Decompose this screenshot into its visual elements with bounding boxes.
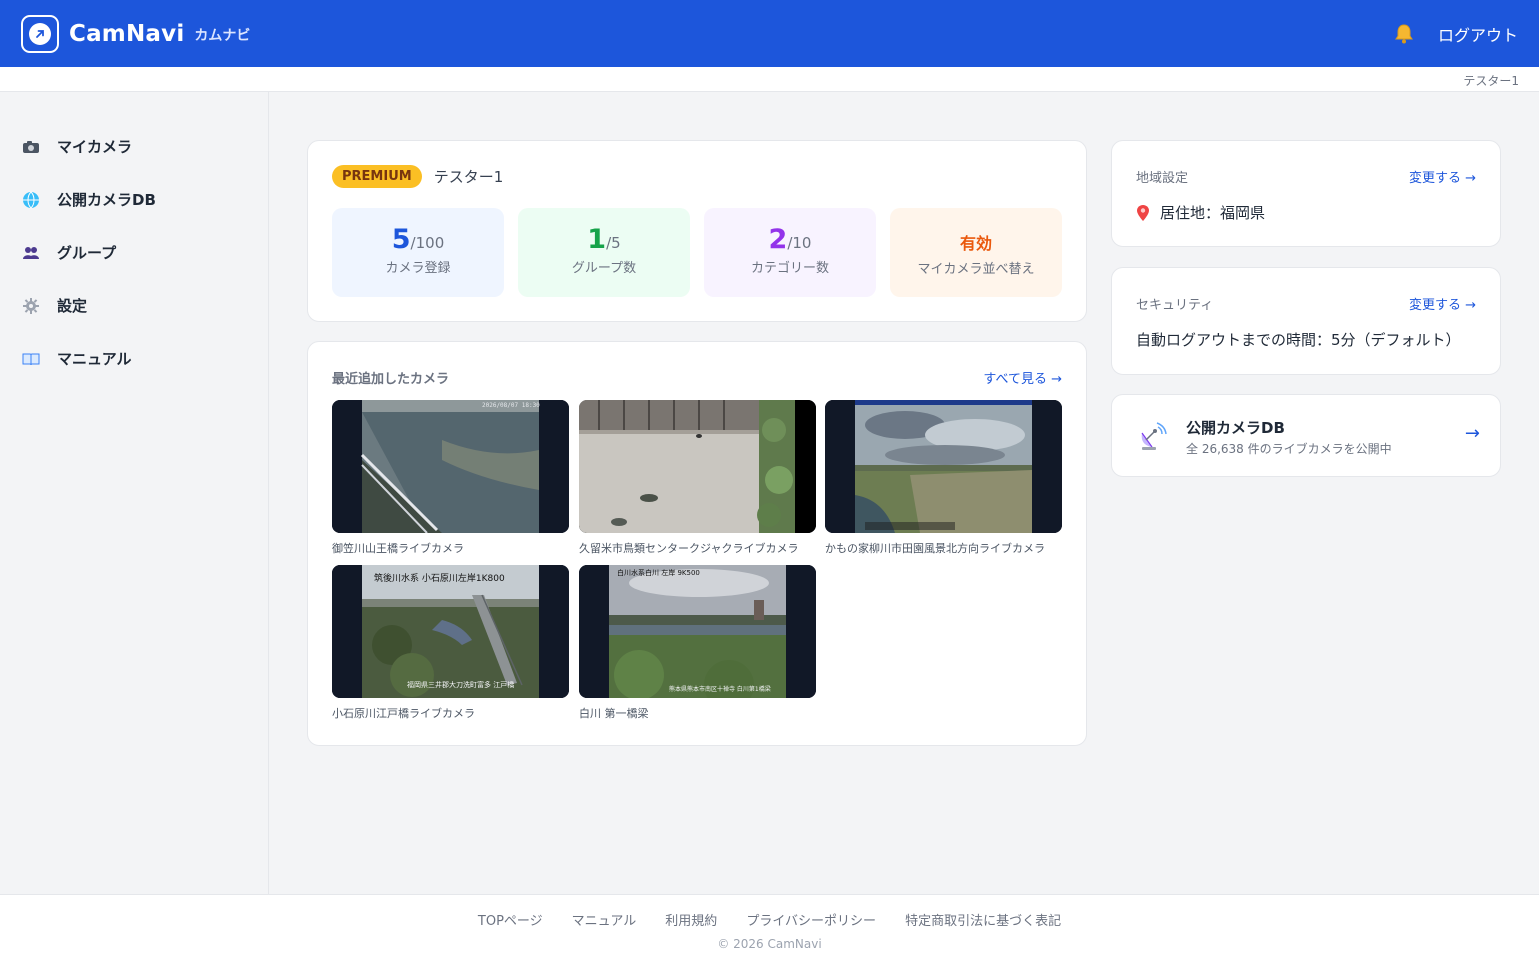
camera-location-label: 福岡県三井郡大刀洗町富多 江戸橋 [407,680,514,689]
sidebar-item-label: マニュアル [57,350,132,368]
top-bar: CamNavi カムナビ ログアウト [0,0,1539,67]
book-icon [22,350,40,368]
group-count-stat: 1/5 グループ数 [518,208,690,297]
footer-link-top[interactable]: TOPページ [478,910,543,929]
region-value: 居住地：福岡県 [1160,204,1266,222]
logo[interactable] [21,14,59,53]
brand-subtitle: カムナビ [194,27,251,44]
camera-caption: 御笠川山王橋ライブカメラ [332,542,464,555]
gear-icon [22,297,40,315]
camera-caption: 白川 第一橋梁 [579,707,649,720]
sidebar-item-label: 公開カメラDB [57,191,156,209]
camera-caption: 久留米市鳥類センタークジャクライブカメラ [579,542,799,555]
camera-thumbnail[interactable]: 2026/08/07 18:30 御笠川山王橋ライブカメラ [332,400,569,556]
camera-thumbnail[interactable]: かもの家柳川市田園風景北方向ライブカメラ [825,400,1062,556]
change-security-link[interactable]: 変更する → [1409,294,1476,313]
footer-link-commerce-law[interactable]: 特定商取引法に基づく表記 [905,910,1061,929]
satellite-dish-icon [1136,421,1168,453]
stat-label: カメラ登録 [385,261,451,276]
region-settings-card: 地域設定 変更する → 居住地：福岡県 [1111,140,1501,247]
camera-location-label: 筑後川水系 小石原川左岸1K800 [374,572,505,584]
plan-summary-card: PREMIUM テスター1 5/100 カメラ登録 1/5 グループ数 2/10… [307,140,1087,322]
camera-image [579,400,816,533]
camera-location-label: 白川水系白川 左岸 9K500 [617,568,700,577]
sidebar-item-label: 設定 [57,297,88,315]
stat-value: 1 [587,224,607,255]
public-camera-db-card[interactable]: 公開カメラDB 全 26,638 件のライブカメラを公開中 → [1111,394,1501,477]
camera-image: 白川水系白川 左岸 9K500 熊本県熊本市南区十禅寺 白川第1橋梁 [579,565,816,698]
footer: TOPページ マニュアル 利用規約 プライバシーポリシー 特定商取引法に基づく表… [0,894,1539,967]
sidebar-item-group[interactable]: グループ [0,226,268,279]
stat-limit: /5 [606,234,621,252]
security-settings-card: セキュリティ 変更する → 自動ログアウトまでの時間：5分（デフォルト） [1111,267,1501,375]
camera-thumbnail[interactable]: 白川水系白川 左岸 9K500 熊本県熊本市南区十禅寺 白川第1橋梁 白川 第一… [579,565,816,721]
region-settings-label: 地域設定 [1136,171,1189,186]
camera-count-stat: 5/100 カメラ登録 [332,208,504,297]
category-count-stat: 2/10 カテゴリー数 [704,208,876,297]
arrow-right-icon: → [1464,423,1480,444]
footer-link-terms[interactable]: 利用規約 [665,910,717,929]
sort-status-stat: 有効 マイカメラ並べ替え [890,208,1062,297]
plan-user-name: テスター1 [433,168,504,186]
auto-logout-value: 自動ログアウトまでの時間：5分（デフォルト） [1136,331,1461,349]
sidebar-item-settings[interactable]: 設定 [0,279,268,332]
camera-thumbnail[interactable]: 筑後川水系 小石原川左岸1K800 福岡県三井郡大刀洗町富多 江戸橋 小石原川江… [332,565,569,721]
sort-status-value: 有効 [959,234,992,253]
pin-icon [1136,204,1150,222]
footer-link-manual[interactable]: マニュアル [572,910,637,929]
user-bar: テスター1 [0,67,1539,92]
group-icon [22,244,40,262]
stat-label: グループ数 [571,261,637,276]
logout-button[interactable]: ログアウト [1438,22,1518,46]
see-all-link[interactable]: すべて見る → [983,368,1062,387]
sort-status-label: マイカメラ並べ替え [917,262,1035,277]
bell-icon[interactable] [1392,22,1416,46]
stat-limit: /10 [787,234,812,252]
camera-icon [22,138,40,156]
sidebar-item-label: マイカメラ [57,138,133,156]
copyright: © 2026 CamNavi [717,937,822,951]
camera-image: 筑後川水系 小石原川左岸1K800 福岡県三井郡大刀洗町富多 江戸橋 [332,565,569,698]
sidebar-item-my-camera[interactable]: マイカメラ [0,120,268,173]
sidebar-item-public-db[interactable]: 公開カメラDB [0,173,268,226]
sidebar: マイカメラ 公開カメラDB グループ 設定 マニュアル [0,92,269,894]
sidebar-item-manual[interactable]: マニュアル [0,332,268,385]
camera-thumbnail[interactable]: 久留米市鳥類センタークジャクライブカメラ [579,400,816,556]
recent-cameras-card: 最近追加したカメラ すべて見る → 2026/08/07 18:30 御笠川山王… [307,341,1087,746]
camera-timestamp: 2026/08/07 18:30 [482,402,540,409]
change-region-link[interactable]: 変更する → [1409,167,1476,186]
public-db-count: 全 26,638 件のライブカメラを公開中 [1186,442,1392,456]
public-db-title: 公開カメラDB [1186,419,1285,437]
security-settings-label: セキュリティ [1136,298,1214,313]
camera-image: 2026/08/07 18:30 [332,400,569,533]
brand-name[interactable]: CamNavi [69,21,184,47]
stat-limit: /100 [410,234,445,252]
arrow-icon [29,22,51,45]
camera-image [825,400,1062,533]
stat-value: 5 [391,224,411,255]
stat-value: 2 [768,224,788,255]
camera-caption: かもの家柳川市田園風景北方向ライブカメラ [825,542,1045,555]
recent-cameras-title: 最近追加したカメラ [332,372,450,387]
globe-icon [22,191,40,209]
camera-caption: 小石原川江戸橋ライブカメラ [332,707,475,720]
stat-label: カテゴリー数 [750,261,829,276]
camera-location-label: 熊本県熊本市南区十禅寺 白川第1橋梁 [669,685,771,693]
sidebar-item-label: グループ [57,244,117,262]
premium-badge: PREMIUM [332,165,422,188]
footer-link-privacy[interactable]: プライバシーポリシー [746,910,876,929]
current-user: テスター1 [1463,74,1519,88]
